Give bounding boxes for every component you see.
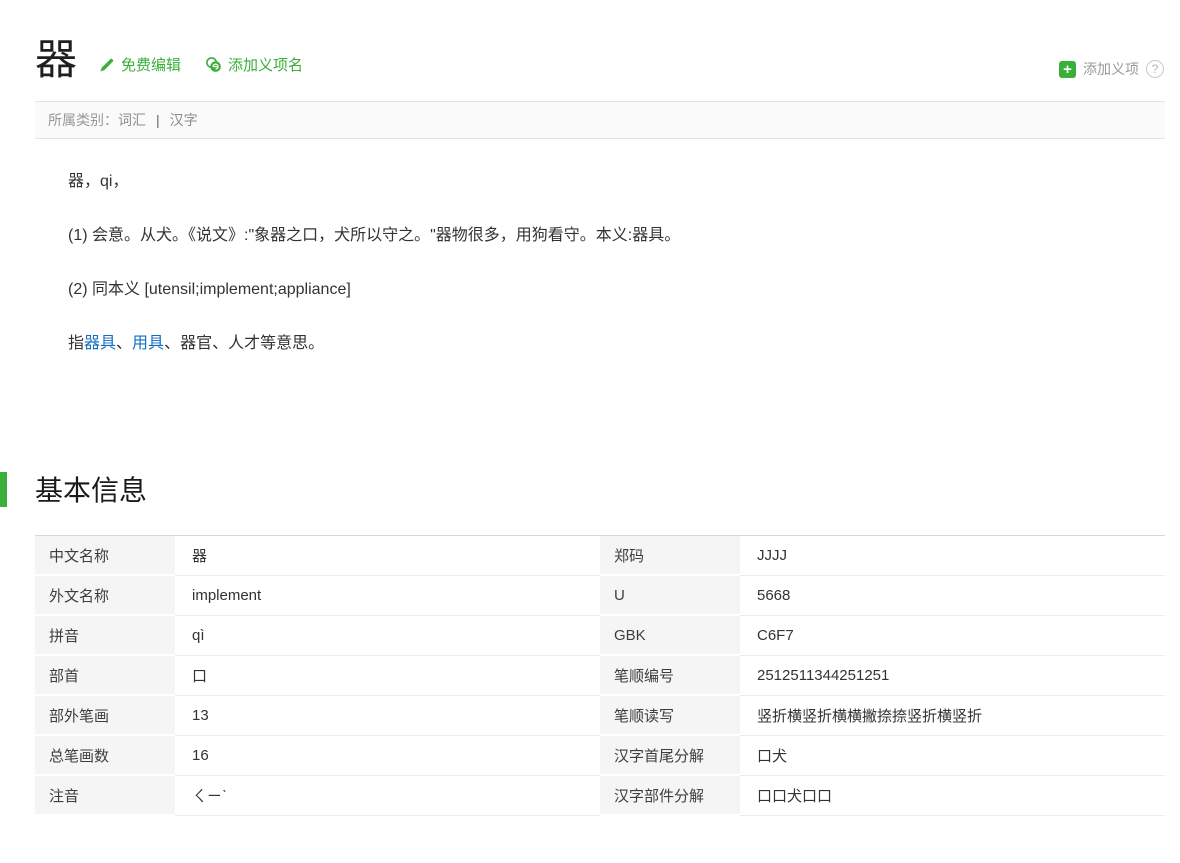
info-value: C6F7: [740, 616, 1165, 656]
info-row: 外文名称 implement: [35, 576, 600, 616]
info-label: U: [600, 576, 740, 616]
info-label: 笔顺读写: [600, 696, 740, 736]
info-label: 郑码: [600, 536, 740, 576]
info-value: 13: [175, 696, 600, 736]
basic-info-table: 中文名称 器 外文名称 implement 拼音 qì 部首 口 部外笔画 13…: [35, 535, 1165, 816]
info-label: 笔顺编号: [600, 656, 740, 696]
info-row: 笔顺编号 2512511344251251: [600, 656, 1165, 696]
info-col-left: 中文名称 器 外文名称 implement 拼音 qì 部首 口 部外笔画 13…: [35, 536, 600, 816]
help-icon[interactable]: ?: [1146, 60, 1164, 78]
add-item-plus-icon[interactable]: +: [1059, 61, 1076, 78]
category-item-cihui[interactable]: 词汇: [118, 110, 146, 130]
category-divider: |: [156, 112, 160, 128]
info-value: JJJJ: [740, 536, 1165, 576]
info-value: 口口犬口口: [740, 776, 1165, 816]
top-actions: + 添加义项 ?: [1059, 59, 1164, 79]
add-name-label: 添加义项名: [228, 54, 303, 75]
info-label: 汉字部件分解: [600, 776, 740, 816]
info-label: 部外笔画: [35, 696, 175, 736]
info-row: 拼音 qì: [35, 616, 600, 656]
page-header: 器 免费编辑 添加义项名: [35, 38, 1180, 82]
info-row: 部首 口: [35, 656, 600, 696]
info-row: 汉字首尾分解 口犬: [600, 736, 1165, 776]
info-value: 16: [175, 736, 600, 776]
category-prefix: 所属类别：: [48, 110, 118, 130]
page-title: 器: [35, 38, 77, 82]
info-row: 部外笔画 13: [35, 696, 600, 736]
info-label: 外文名称: [35, 576, 175, 616]
info-row: 汉字部件分解 口口犬口口: [600, 776, 1165, 816]
info-value: 口犬: [740, 736, 1165, 776]
info-label: GBK: [600, 616, 740, 656]
info-label: 注音: [35, 776, 175, 816]
paragraph-etymology: (1) 会意。从犬。《说文》:"象器之口，犬所以守之。"器物很多，用狗看守。本义…: [68, 223, 1165, 248]
info-col-right: 郑码 JJJJ U 5668 GBK C6F7 笔顺编号 25125113442…: [600, 536, 1165, 816]
info-row: 中文名称 器: [35, 536, 600, 576]
badge-icon: [205, 56, 222, 73]
info-row: 笔顺读写 竖折横竖折横横撇捺捺竖折横竖折: [600, 696, 1165, 736]
info-label: 中文名称: [35, 536, 175, 576]
info-row: 注音 ㄑㄧˋ: [35, 776, 600, 816]
link-qiju[interactable]: 器具: [84, 335, 116, 352]
add-name-link[interactable]: 添加义项名: [205, 54, 303, 75]
header-links: 免费编辑 添加义项名: [99, 54, 303, 82]
category-item-hanzi[interactable]: 汉字: [170, 110, 198, 130]
info-label: 拼音: [35, 616, 175, 656]
info-value: qì: [175, 616, 600, 656]
info-value: 5668: [740, 576, 1165, 616]
info-label: 部首: [35, 656, 175, 696]
info-value: ㄑㄧˋ: [175, 776, 600, 816]
info-row: GBK C6F7: [600, 616, 1165, 656]
info-value: 2512511344251251: [740, 656, 1165, 696]
paragraph-pinyin: 器，qi，: [68, 169, 1165, 194]
link-yongju[interactable]: 用具: [132, 335, 164, 352]
add-item-link[interactable]: 添加义项: [1083, 59, 1139, 79]
info-label: 总笔画数: [35, 736, 175, 776]
info-value: implement: [175, 576, 600, 616]
section-title: 基本信息: [35, 469, 147, 509]
section-accent-bar: [0, 472, 7, 507]
free-edit-link[interactable]: 免费编辑: [99, 54, 181, 75]
article-body: 器，qi， (1) 会意。从犬。《说文》:"象器之口，犬所以守之。"器物很多，用…: [68, 169, 1165, 356]
info-row: 总笔画数 16: [35, 736, 600, 776]
category-bar: 所属类别： 词汇 | 汉字: [35, 101, 1165, 139]
paragraph-meanings: 指器具、用具、器官、人才等意思。: [68, 331, 1165, 356]
info-value: 器: [175, 536, 600, 576]
free-edit-label: 免费编辑: [121, 54, 181, 75]
info-row: U 5668: [600, 576, 1165, 616]
info-label: 汉字首尾分解: [600, 736, 740, 776]
basic-info-header: 基本信息: [0, 469, 1180, 511]
pencil-icon: [99, 57, 115, 73]
meaning-separator: 、: [116, 335, 132, 352]
meaning-prefix: 指: [68, 335, 84, 352]
info-value: 竖折横竖折横横撇捺捺竖折横竖折: [740, 696, 1165, 736]
meaning-suffix: 、器官、人才等意思。: [164, 335, 324, 352]
info-row: 郑码 JJJJ: [600, 536, 1165, 576]
paragraph-meaning-en: (2) 同本义 [utensil;implement;appliance]: [68, 277, 1165, 302]
info-value: 口: [175, 656, 600, 696]
